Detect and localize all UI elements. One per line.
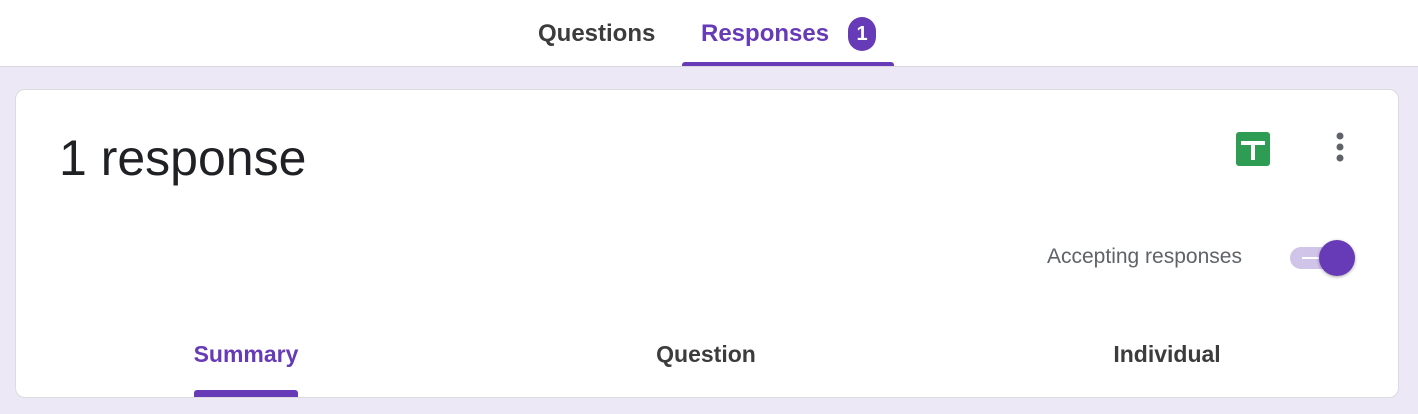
toggle-knob	[1319, 240, 1355, 276]
accepting-responses-label: Accepting responses	[1047, 245, 1242, 268]
response-count-title: 1 response	[59, 130, 307, 186]
google-sheets-icon	[1236, 132, 1270, 166]
tab-questions[interactable]: Questions	[538, 18, 655, 50]
tab-responses[interactable]: Responses	[701, 18, 829, 50]
link-to-sheets-button[interactable]	[1236, 132, 1270, 166]
responses-card: 1 response Accepting responses Summary Q…	[15, 89, 1399, 398]
active-subtab-indicator	[194, 390, 298, 397]
responses-count-badge: 1	[848, 17, 876, 51]
more-vert-icon	[1336, 132, 1344, 162]
accepting-responses-toggle[interactable]	[1288, 240, 1358, 276]
subtab-individual[interactable]: Individual	[1097, 339, 1237, 369]
subtab-question[interactable]: Question	[636, 339, 776, 369]
active-tab-indicator	[682, 62, 894, 66]
subtab-summary[interactable]: Summary	[176, 339, 316, 369]
top-tab-bar: Questions Responses 1	[0, 0, 1418, 67]
more-options-button[interactable]	[1326, 128, 1354, 168]
